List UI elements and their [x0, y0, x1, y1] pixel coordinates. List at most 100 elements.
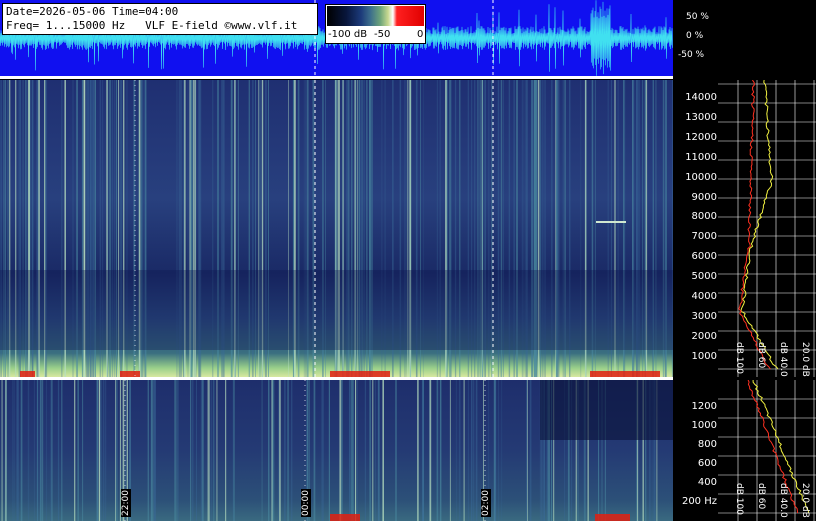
frequency-tick-label: 1000 — [691, 350, 717, 362]
spectrogram-streak — [313, 380, 316, 521]
spectrogram-streak — [213, 380, 215, 521]
spectrogram-streak — [208, 380, 210, 521]
spectrogram-streak — [82, 380, 84, 521]
spectrogram-streak — [51, 380, 53, 521]
spectrogram-streak — [356, 380, 358, 521]
time-label-0000: 00:00 — [301, 489, 311, 517]
spectrogram-streak — [369, 380, 371, 521]
time-label-2200: 22:00 — [121, 489, 131, 517]
spectrogram-streak — [77, 380, 79, 521]
spectrogram-red-burst — [330, 514, 360, 521]
spectrogram-streak — [372, 380, 374, 521]
frequency-tick-label: 4000 — [691, 291, 717, 302]
color-scale-gradient — [327, 6, 424, 26]
spectrogram-streak — [459, 380, 461, 521]
spectrogram-dark-region — [540, 380, 673, 440]
spectrogram-streak — [439, 380, 442, 521]
spectrogram-streak — [471, 380, 473, 521]
info-frequency: Freq= 1...15000 Hz VLF E-field ©www.vlf.… — [6, 19, 298, 32]
spectrogram-streak — [225, 380, 227, 521]
spectrogram-streak — [352, 380, 354, 521]
spectrogram-streak — [429, 380, 432, 521]
spectrogram-streak — [105, 380, 107, 521]
spectrogram-streak — [147, 380, 149, 521]
spectrogram-streak — [350, 380, 352, 521]
spectrogram-streak — [202, 380, 204, 521]
spectrogram-streak — [436, 380, 439, 521]
spectrogram-streak — [328, 380, 330, 521]
spectrogram-streak — [498, 380, 499, 521]
spectrogram-streak — [200, 380, 203, 521]
spectrogram-streak — [271, 380, 273, 521]
db-axis-low: dB 100 dB 60 dB 40.0 20.0 dB — [718, 480, 816, 521]
spectrogram-streak — [449, 380, 451, 521]
spectrogram-streak — [1, 380, 3, 521]
spectrogram-streak — [115, 380, 116, 521]
spectrogram-streak — [176, 380, 178, 521]
spectrogram-streak — [291, 380, 293, 521]
spectrogram-streak — [501, 380, 503, 521]
db-tick-label: 20.0 dB — [800, 483, 810, 518]
spectrogram-streak — [527, 380, 528, 521]
spectrogram-main-canvas — [0, 80, 673, 377]
spectrogram-main — [0, 80, 673, 377]
color-scale-max: 0 — [417, 29, 424, 40]
spectrogram-carrier-line — [596, 221, 626, 223]
spectrogram-streak — [417, 380, 419, 521]
spectrogram-streak — [382, 380, 384, 521]
spectrogram-streak — [153, 380, 156, 521]
frequency-tick-label: 7000 — [691, 231, 717, 243]
frequency-tick-label: 6000 — [691, 251, 717, 263]
frequency-tick-label: 1000 — [691, 420, 717, 431]
spectrogram-streak — [61, 380, 63, 521]
profile-average-trace — [738, 80, 771, 370]
spectrogram-streak — [177, 380, 179, 521]
spectrogram-streak — [341, 380, 343, 521]
db-tick-label: dB 100 — [734, 483, 744, 515]
spectrogram-streak — [494, 380, 496, 521]
spectrogram-streak — [472, 380, 475, 521]
spectrogram-streak — [27, 380, 30, 521]
frequency-tick-label: 8000 — [691, 211, 717, 223]
spectrogram-streak — [100, 380, 101, 521]
spectrogram-streak — [455, 380, 457, 521]
spectrogram-streak — [284, 380, 286, 521]
waveform-axis-bottom: -50 % — [678, 50, 705, 60]
spectrogram-streak — [46, 380, 47, 521]
spectrogram-streak — [261, 380, 263, 521]
color-scale-min: -100 dB — [328, 29, 368, 40]
spectrogram-streak — [196, 380, 197, 521]
frequency-tick-label: 800 — [697, 439, 717, 450]
spectrogram-streak — [191, 380, 194, 521]
spectrogram-streak — [364, 380, 367, 521]
db-tick-label: 20.0 dB — [800, 342, 810, 377]
spectrogram-streak — [287, 380, 289, 521]
spectrogram-streak — [5, 380, 7, 521]
frequency-axis-main: 14000 13000 12000 11000 10000 9000 8000 7000 600… — [673, 80, 718, 377]
spectrogram-streak — [74, 380, 76, 521]
db-tick-label: dB 100 — [734, 342, 744, 374]
spectrogram-streak — [101, 380, 103, 521]
frequency-tick-label: 200 Hz — [681, 496, 717, 507]
spectrogram-low-freq-canvas — [1, 380, 673, 521]
waveform-axis-mid: 0 % — [686, 31, 704, 41]
frequency-tick-label: 9000 — [691, 191, 717, 203]
frequency-tick-label: 2000 — [691, 330, 717, 342]
color-scale-mid: -50 — [374, 29, 391, 40]
spectrogram-streak — [529, 380, 532, 521]
waveform-axis-top: 50 % — [686, 12, 709, 22]
spectrogram-streak — [57, 380, 60, 521]
spectrogram-streak — [33, 380, 35, 521]
spectrogram-streak — [41, 380, 44, 521]
spectrogram-streak — [216, 380, 218, 521]
db-tick-label: dB 40.0 — [778, 483, 788, 518]
spectrogram-streak — [210, 380, 213, 521]
spectrogram-streak — [467, 380, 469, 521]
frequency-tick-label: 12000 — [685, 131, 717, 143]
spectrogram-streak — [378, 380, 380, 521]
spectrogram-streak — [395, 380, 397, 521]
spectrogram-streak — [17, 380, 19, 521]
frequency-tick-label: 11000 — [685, 151, 717, 163]
spectrum-profile-main-plot — [718, 80, 816, 377]
spectrogram-streak — [12, 380, 13, 521]
